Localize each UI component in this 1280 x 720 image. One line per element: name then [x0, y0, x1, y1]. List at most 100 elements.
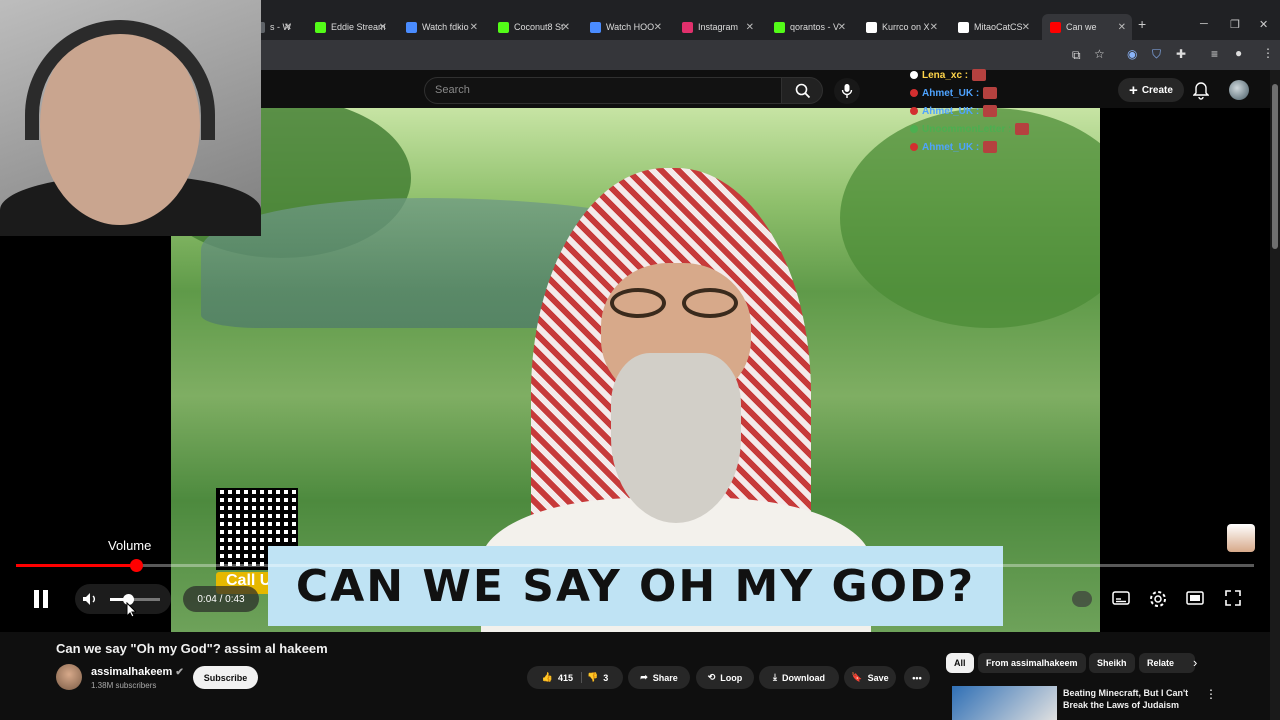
captions-icon[interactable] [1112, 590, 1130, 606]
close-window-button[interactable]: ✕ [1259, 18, 1268, 31]
chat-message: Lena_xc : [910, 66, 1029, 84]
save-button[interactable]: 🔖 Save [844, 666, 896, 689]
tab-close-icon[interactable]: ✕ [284, 22, 292, 33]
download-button[interactable]: ⤓ Download [759, 666, 839, 689]
subscribe-button[interactable]: Subscribe [193, 666, 258, 689]
extension-icon[interactable]: ◉ [1127, 47, 1137, 61]
page-scrollbar[interactable] [1270, 70, 1280, 720]
tab-label: Watch HOO [606, 22, 655, 32]
bookmark-star-icon[interactable]: ☆ [1094, 47, 1105, 61]
like-count: 415 [557, 672, 573, 683]
banner-text: CAN WE SAY OH MY GOD? [295, 560, 976, 612]
restore-button[interactable]: ❐ [1230, 18, 1240, 31]
loop-button[interactable]: ⟲ Loop [696, 666, 754, 689]
chip-sheikh[interactable]: Sheikh [1089, 653, 1135, 673]
minimize-button[interactable]: ─ [1200, 18, 1208, 30]
browser-tab[interactable]: Instagram ✕ [674, 14, 760, 40]
install-icon[interactable]: ⧉ [1072, 48, 1081, 63]
media-icon[interactable]: ≡ [1211, 47, 1218, 61]
share-label: Share [652, 672, 678, 683]
glasses [606, 288, 746, 318]
recommendation-thumbnail[interactable] [952, 686, 1057, 720]
tab-label: MitaoCatCS [974, 22, 1023, 32]
pause-button[interactable] [30, 588, 52, 610]
chat-overlay: Lena_xc : Ahmet_UK : Ahmet_UK : UnoommonLet… [910, 66, 1030, 156]
browser-tab[interactable]: Eddie Stream ✕ [307, 14, 393, 40]
browser-tab[interactable]: MitaoCatCS ✕ [950, 14, 1036, 40]
chat-badge-icon [910, 107, 918, 115]
shield-icon[interactable]: ⛉ [1152, 47, 1161, 62]
create-button[interactable]: + Create [1118, 78, 1184, 102]
tab-close-icon[interactable]: ✕ [379, 22, 387, 33]
tab-close-icon[interactable]: ✕ [562, 22, 570, 33]
profile-icon[interactable]: ● [1235, 46, 1242, 60]
browser-tab[interactable]: qorantos - V ✕ [766, 14, 852, 40]
scrollbar-thumb[interactable] [1272, 84, 1278, 249]
chip-from-channel[interactable]: From assimalhakeem [978, 653, 1086, 673]
channel-watermark[interactable] [1227, 524, 1255, 552]
voice-search-button[interactable] [834, 78, 860, 104]
chat-message: UnoommonLetter : [910, 120, 1030, 138]
chat-emote-icon [983, 141, 998, 153]
video-title: Can we say "Oh my God"? assim al hakeem [56, 641, 328, 656]
settings-gear-icon[interactable] [1149, 590, 1167, 608]
search-button[interactable] [781, 77, 823, 104]
dislike-button[interactable]: 👎 3 [587, 672, 608, 683]
video-frame[interactable]: Call U CAN WE SAY OH MY GOD? [171, 108, 1100, 632]
channel-name[interactable]: assimalhakeem ✔ [91, 666, 184, 678]
browser-tab[interactable]: Coconut8 St ✕ [490, 14, 576, 40]
share-button[interactable]: ➦ Share [628, 666, 690, 689]
browser-tab[interactable]: Watch fdkio ✕ [398, 14, 484, 40]
loop-label: Loop [720, 672, 743, 683]
tab-close-icon[interactable]: ✕ [470, 22, 478, 33]
recommendation-title[interactable]: Beating Minecraft, But I Can't Break the… [1063, 687, 1203, 720]
account-avatar[interactable] [1229, 80, 1249, 100]
download-icon: ⤓ [773, 672, 777, 682]
tab-close-icon[interactable]: ✕ [746, 22, 754, 33]
progress-played [16, 564, 137, 567]
browser-tab[interactable]: Can we ✕ [1042, 14, 1132, 40]
save-label: Save [867, 672, 889, 683]
scrubber-knob[interactable] [130, 559, 144, 572]
chip-related[interactable]: Relate [1139, 653, 1195, 673]
tab-close-icon[interactable]: ✕ [1022, 22, 1030, 33]
more-actions-button[interactable]: ••• [904, 666, 930, 689]
chat-emote-icon [972, 69, 987, 81]
tab-label: Can we [1066, 22, 1097, 32]
recommendation-menu-icon[interactable]: ⋮ [1205, 687, 1217, 701]
beard [611, 353, 741, 523]
autoplay-toggle[interactable] [1072, 591, 1092, 607]
progress-bar[interactable] [16, 564, 1254, 567]
tab-close-icon[interactable]: ✕ [930, 22, 938, 33]
mic-icon [841, 84, 853, 98]
chat-emote-icon [983, 87, 998, 99]
notifications-bell-icon[interactable] [1193, 82, 1209, 100]
like-button[interactable]: 👍 415 [542, 672, 582, 683]
menu-icon[interactable]: ⋮ [1262, 46, 1274, 60]
chevron-right-icon[interactable]: › [1193, 655, 1197, 670]
search-input[interactable]: Search [424, 77, 782, 104]
puzzle-icon[interactable]: ✚ [1176, 47, 1186, 61]
dislike-count: 3 [603, 672, 609, 683]
tab-close-icon[interactable]: ✕ [1118, 22, 1126, 33]
tab-close-icon[interactable]: ✕ [838, 22, 846, 33]
fullscreen-icon[interactable] [1225, 590, 1241, 606]
volume-slider[interactable] [110, 598, 160, 601]
mute-button[interactable] [80, 590, 100, 608]
webcam-overlay [0, 0, 261, 236]
chat-badge-icon [910, 125, 918, 133]
chat-message: Ahmet_UK : [910, 84, 1029, 102]
bookmark-icon: 🔖 [851, 672, 863, 682]
chat-message: Ahmet_UK : [910, 102, 1029, 120]
chat-message: Ahmet_UK : [910, 138, 1029, 156]
theater-mode-icon[interactable] [1186, 590, 1204, 606]
channel-name-text: assimalhakeem [91, 666, 173, 678]
new-tab-button[interactable]: + [1138, 16, 1146, 32]
tab-favicon-icon [774, 21, 785, 33]
headset [25, 20, 215, 140]
browser-tab[interactable]: Watch HOO ✕ [582, 14, 668, 40]
channel-avatar[interactable] [56, 664, 82, 690]
browser-tab[interactable]: Kurrco on X ✕ [858, 14, 944, 40]
tab-close-icon[interactable]: ✕ [654, 22, 662, 33]
chip-all[interactable]: All [946, 653, 974, 673]
